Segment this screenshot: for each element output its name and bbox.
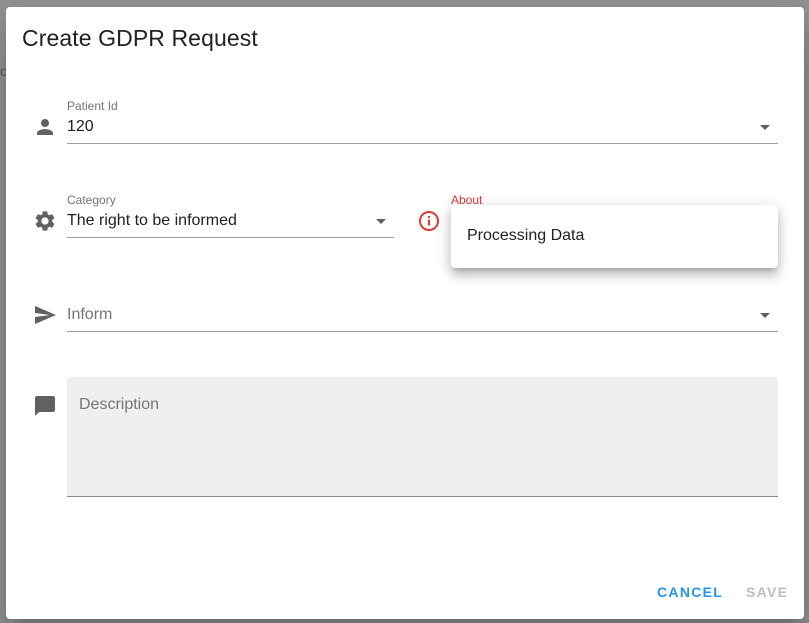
person-icon	[33, 115, 57, 139]
patient-id-label: Patient Id	[67, 99, 118, 113]
comment-icon	[33, 394, 57, 418]
menu-item-processing-data[interactable]: Processing Data	[467, 227, 584, 245]
about-dropdown-menu: Processing Data	[451, 205, 778, 268]
inform-placeholder[interactable]: Inform	[67, 306, 112, 324]
description-textarea[interactable]: Description	[67, 377, 778, 497]
gear-icon	[33, 209, 57, 233]
description-placeholder[interactable]: Description	[79, 396, 159, 414]
inform-dropdown-arrow-icon[interactable]	[760, 313, 770, 318]
category-underline	[67, 237, 394, 238]
category-label: Category	[67, 193, 116, 207]
error-info-icon	[417, 209, 441, 233]
save-button[interactable]: SAVE	[746, 584, 788, 600]
dialog-title: Create GDPR Request	[22, 25, 258, 51]
patient-id-value[interactable]: 120	[67, 118, 94, 136]
patient-id-dropdown-arrow-icon[interactable]	[760, 125, 770, 130]
category-dropdown-arrow-icon[interactable]	[376, 219, 386, 224]
category-value[interactable]: The right to be informed	[67, 212, 237, 230]
create-gdpr-request-dialog: Create GDPR Request Patient Id 120 Categ…	[6, 7, 804, 619]
inform-underline	[67, 331, 778, 332]
cancel-button[interactable]: CANCEL	[657, 584, 723, 600]
description-underline	[67, 496, 778, 497]
send-icon	[33, 303, 57, 327]
patient-id-underline	[67, 143, 778, 144]
